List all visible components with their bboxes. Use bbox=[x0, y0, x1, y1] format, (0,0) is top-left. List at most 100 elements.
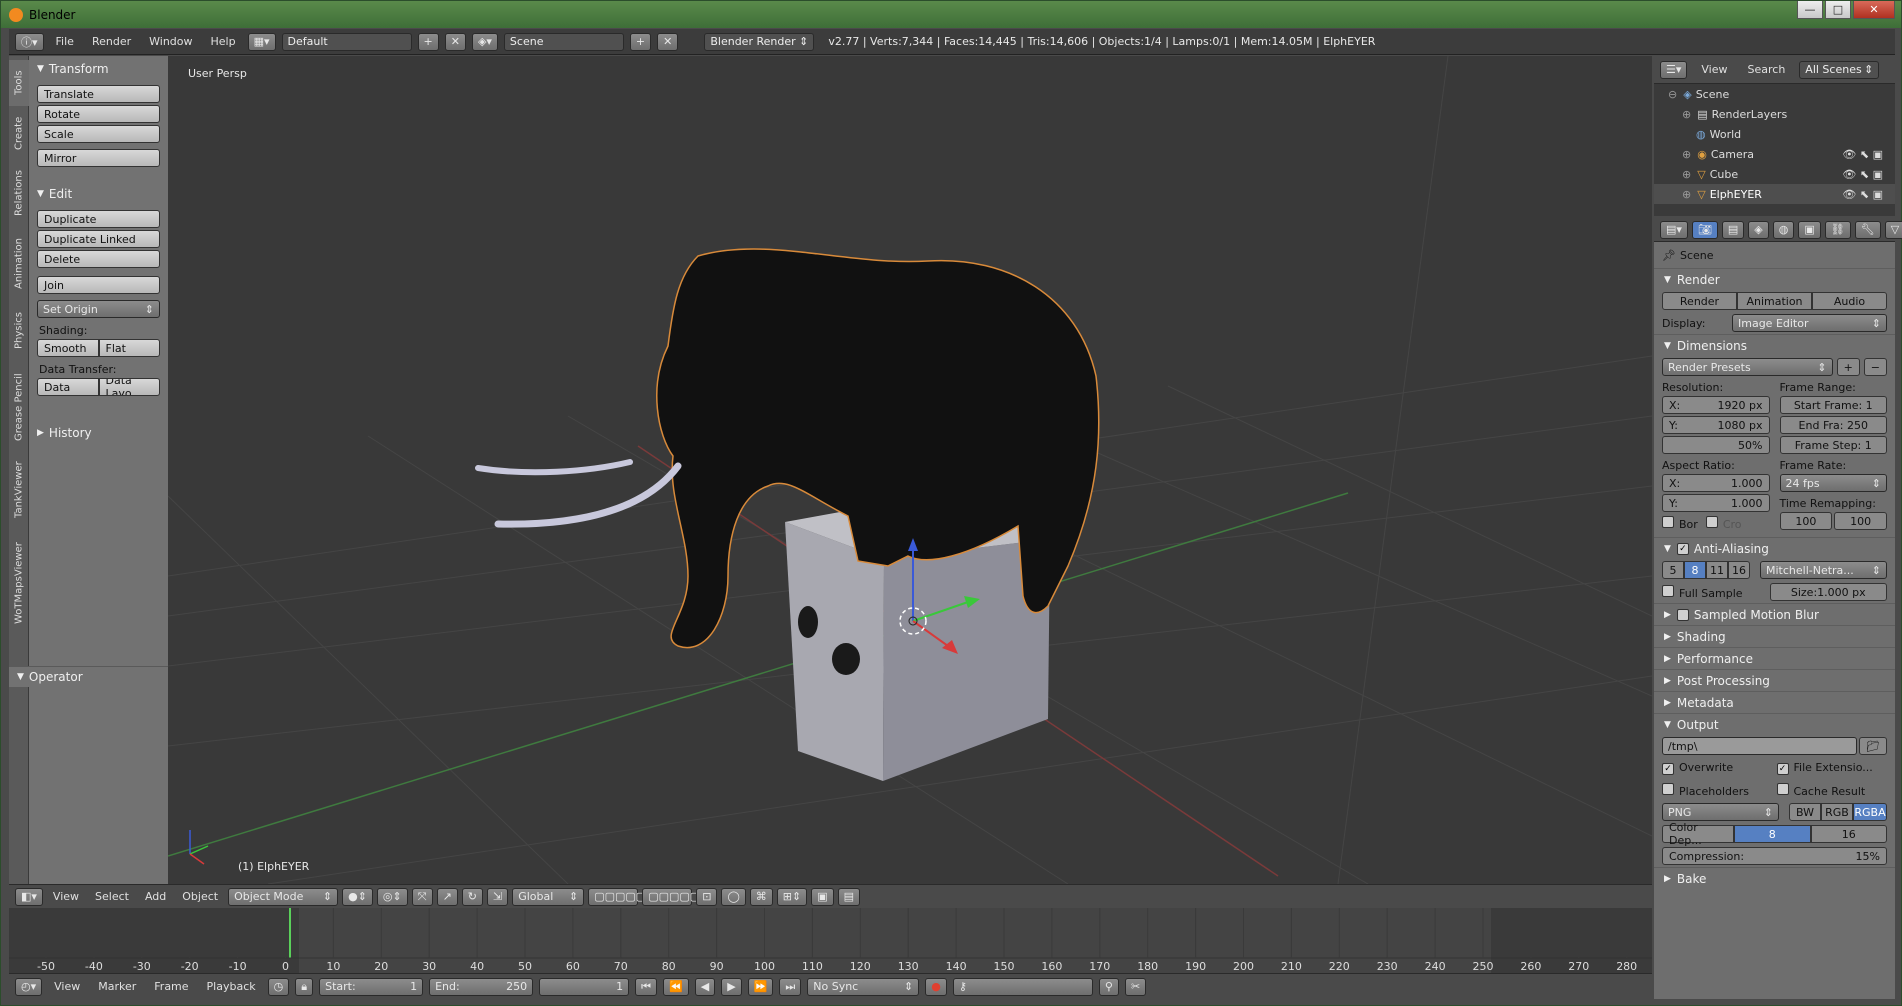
full-sample-toggle[interactable]: Full Sample bbox=[1662, 584, 1766, 600]
delete-button[interactable]: Delete bbox=[37, 250, 160, 268]
editor-type-timeline-button[interactable]: ◴▾ bbox=[15, 977, 43, 996]
data-layout-button[interactable]: Data Layo bbox=[98, 378, 160, 396]
dimensions-section-header[interactable]: ▼ Dimensions bbox=[1654, 334, 1895, 356]
object-context-icon[interactable]: ▣ bbox=[1798, 220, 1821, 239]
aa-8-button[interactable]: 8 bbox=[1684, 561, 1706, 579]
orientation-select[interactable]: Global ⇕ bbox=[512, 887, 585, 906]
duplicate-linked-button[interactable]: Duplicate Linked bbox=[37, 230, 160, 248]
proportional-edit-icon[interactable]: ◯ bbox=[721, 887, 746, 906]
tab-animation[interactable]: Animation bbox=[9, 228, 29, 300]
display-select[interactable]: Image Editor ⇕ bbox=[1732, 314, 1887, 332]
sync-select[interactable]: No Sync ⇕ bbox=[807, 977, 920, 996]
scene-field[interactable]: Scene bbox=[503, 32, 624, 51]
scene-add-button[interactable]: + bbox=[629, 32, 652, 51]
tl-menu-marker[interactable]: Marker bbox=[92, 980, 142, 993]
anti-aliasing-section-header[interactable]: ▼ ✓ Anti-Aliasing bbox=[1654, 537, 1895, 559]
render-engine-select[interactable]: Blender Render ⇕ bbox=[704, 32, 815, 51]
flat-button[interactable]: Flat bbox=[98, 339, 160, 357]
translate-manipulator-icon[interactable]: ↗ bbox=[436, 887, 458, 906]
aspect-y-field[interactable]: Y: 1.000 bbox=[1662, 494, 1770, 512]
compression-slider[interactable]: Compression: 15% bbox=[1662, 847, 1887, 865]
aa-filter-select[interactable]: Mitchell-Netra... ⇕ bbox=[1760, 561, 1887, 579]
mode-select[interactable]: Object Mode ⇕ bbox=[228, 887, 339, 906]
file-extension-toggle[interactable]: ✓ File Extensio... bbox=[1776, 761, 1888, 775]
prev-keyframe-icon[interactable]: ⏪ bbox=[663, 977, 689, 996]
layout-icon[interactable]: ▦▾ bbox=[247, 32, 276, 51]
play-reverse-icon[interactable]: ◀ bbox=[694, 977, 716, 996]
render-context-icon[interactable]: 📷︎ bbox=[1691, 220, 1718, 239]
lock-range-icon[interactable]: 🔒︎ bbox=[295, 977, 314, 996]
delete-keyframe-icon[interactable]: ✂ bbox=[1124, 977, 1147, 996]
menu-window[interactable]: Window bbox=[143, 35, 198, 48]
lock-camera-icon[interactable]: ⊡ bbox=[696, 887, 718, 906]
layers-grid-a[interactable]: ▢▢▢▢▢ bbox=[588, 887, 646, 906]
auto-keying-icon[interactable]: ◷ bbox=[267, 977, 290, 996]
display-mode-select[interactable]: All Scenes ⇕ bbox=[1799, 60, 1880, 79]
tab-wotmapsviewer[interactable]: WoTMapsViewer bbox=[9, 528, 29, 638]
record-icon[interactable]: ● bbox=[925, 977, 947, 996]
border-toggle[interactable]: Bor bbox=[1662, 516, 1698, 531]
constraints-context-icon[interactable]: ⛓ bbox=[1824, 220, 1851, 239]
aspect-x-field[interactable]: X: 1.000 bbox=[1662, 474, 1770, 492]
overwrite-toggle[interactable]: ✓ Overwrite bbox=[1662, 761, 1773, 775]
tab-create[interactable]: Create bbox=[9, 108, 29, 158]
output-path-field[interactable]: /tmp\ bbox=[1662, 737, 1858, 755]
jump-start-icon[interactable]: ⏮ bbox=[635, 977, 658, 996]
render-button[interactable]: Render bbox=[1662, 292, 1737, 310]
outliner-view-menu[interactable]: View bbox=[1695, 63, 1733, 76]
play-icon[interactable]: ▶ bbox=[721, 977, 742, 996]
layout-remove-button[interactable]: ✕ bbox=[444, 32, 466, 51]
join-button[interactable]: Join bbox=[37, 276, 160, 294]
preset-remove-button[interactable]: − bbox=[1863, 358, 1887, 376]
scene-remove-button[interactable]: ✕ bbox=[657, 32, 679, 51]
tab-relations[interactable]: Relations bbox=[9, 160, 29, 226]
outliner-item-camera[interactable]: ⊕ ◉ Camera 👁︎ ⬉ ▣ bbox=[1654, 144, 1895, 164]
animation-button[interactable]: Animation bbox=[1737, 292, 1812, 310]
data-button[interactable]: Data bbox=[37, 378, 99, 396]
camera-visibility-icons[interactable]: 👁︎ ⬉ ▣ bbox=[1842, 148, 1883, 161]
browse-folder-icon[interactable]: 📁︎ bbox=[1859, 737, 1887, 755]
cube-visibility-icons[interactable]: 👁︎ ⬉ ▣ bbox=[1842, 168, 1883, 181]
pin-icon[interactable]: 📌︎ bbox=[1662, 249, 1676, 262]
insert-keyframe-icon[interactable]: ⚲ bbox=[1098, 977, 1119, 996]
minimize-button[interactable]: — bbox=[1797, 1, 1823, 19]
scene-icon[interactable]: ◈▾ bbox=[471, 32, 498, 51]
crop-toggle[interactable]: Cro bbox=[1705, 516, 1742, 531]
motion-blur-section-header[interactable]: ▶ Sampled Motion Blur bbox=[1654, 603, 1895, 625]
layout-field[interactable]: Default bbox=[281, 32, 412, 51]
data-context-icon[interactable]: ▽ bbox=[1884, 220, 1902, 239]
menu-help[interactable]: Help bbox=[205, 35, 242, 48]
editor-type-properties-button[interactable]: ▤▾ bbox=[1660, 220, 1688, 239]
menu-view[interactable]: View bbox=[47, 890, 85, 903]
modifiers-context-icon[interactable]: 🔧︎ bbox=[1854, 220, 1881, 239]
start-frame-field[interactable]: Start Frame: 1 bbox=[1779, 396, 1887, 414]
opengl-anim-icon[interactable]: ▤ bbox=[837, 887, 860, 906]
end-frame-field[interactable]: End Fra: 250 bbox=[1779, 416, 1887, 434]
bake-section-header[interactable]: ▶ Bake bbox=[1654, 867, 1895, 889]
menu-select[interactable]: Select bbox=[89, 890, 135, 903]
resolution-x-field[interactable]: X: 1920 px bbox=[1662, 396, 1770, 414]
rotate-manipulator-icon[interactable]: ↻ bbox=[461, 887, 483, 906]
preset-add-button[interactable]: + bbox=[1836, 358, 1860, 376]
translate-button[interactable]: Translate bbox=[37, 85, 160, 103]
history-header[interactable]: ▶ History bbox=[29, 423, 168, 443]
scale-manipulator-icon[interactable]: ⇲ bbox=[487, 887, 509, 906]
layers-grid-b[interactable]: ▢▢▢▢▢ bbox=[642, 887, 700, 906]
keying-set-field[interactable]: ⚷ bbox=[952, 977, 1093, 996]
editor-type-info-button[interactable]: ⓘ▾ bbox=[15, 32, 44, 51]
aa-5-button[interactable]: 5 bbox=[1662, 561, 1684, 579]
depth-8-button[interactable]: 8 bbox=[1734, 825, 1811, 843]
operator-header[interactable]: ▼ Operator bbox=[9, 667, 168, 687]
cache-result-toggle[interactable]: Cache Result bbox=[1776, 782, 1888, 798]
remap-new-field[interactable]: 100 bbox=[1834, 512, 1887, 530]
performance-section-header[interactable]: ▶ Performance bbox=[1654, 647, 1895, 669]
placeholders-toggle[interactable]: Placeholders bbox=[1662, 782, 1773, 798]
outliner-item-scene[interactable]: ⊖ ◈ Scene bbox=[1654, 84, 1895, 104]
render-layers-context-icon[interactable]: ▤ bbox=[1721, 220, 1745, 239]
tl-menu-frame[interactable]: Frame bbox=[148, 980, 194, 993]
filter-size-field[interactable]: Size:1.000 px bbox=[1769, 583, 1887, 601]
end-frame-field[interactable]: End: 250 bbox=[429, 977, 534, 996]
snap-element-icon[interactable]: ⊞⇕ bbox=[776, 887, 808, 906]
duplicate-button[interactable]: Duplicate bbox=[37, 210, 160, 228]
outliner-item-elpheyer[interactable]: ⊕ ▽ ElphEYER 👁︎ ⬉ ▣ bbox=[1654, 184, 1895, 204]
